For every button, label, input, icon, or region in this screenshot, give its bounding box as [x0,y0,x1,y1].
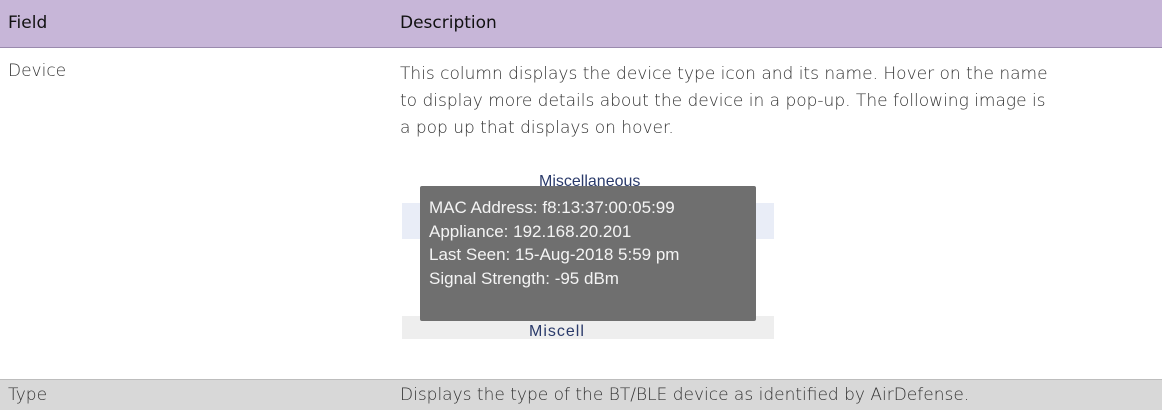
header-description: Description [400,13,497,33]
table-row-type: Type Displays the type of the BT/BLE dev… [0,380,1162,410]
device-tooltip: MAC Address: f8:13:37:00:05:99 Appliance… [420,186,756,321]
header-field: Field [8,13,48,33]
field-cell-device: Device [8,61,67,81]
category-label-bottom: Miscell [529,323,585,339]
tooltip-appliance: Appliance: 192.168.20.201 [429,221,632,241]
tooltip-signal-strength: Signal Strength: -95 dBm [429,268,619,288]
field-cell-type: Type [8,385,48,405]
tooltip-last-seen: Last Seen: 15-Aug-2018 5:59 pm [429,245,680,264]
table-header-row: Field Description [0,0,1162,48]
device-description-text: This column displays the device type ico… [400,64,1048,138]
tooltip-mac-address: MAC Address: f8:13:37:00:05:99 [429,198,675,217]
hover-popup-screenshot: Miscellaneous Miscell MAC Address: f8:13… [402,171,774,339]
description-cell-type: Displays the type of the BT/BLE device a… [400,385,970,405]
